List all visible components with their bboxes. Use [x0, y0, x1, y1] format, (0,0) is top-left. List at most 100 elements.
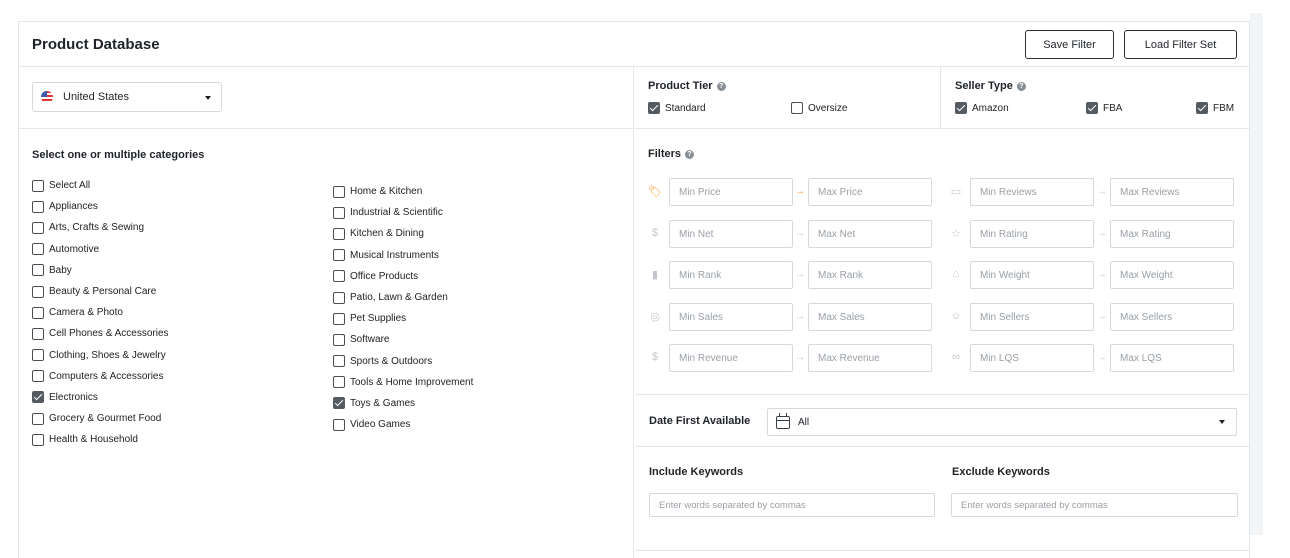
min-reviews-input[interactable]: Min Reviews — [970, 178, 1094, 206]
category-software-checkbox[interactable]: Software — [333, 329, 473, 350]
checkbox-box[interactable] — [32, 264, 44, 277]
save-filter-button[interactable]: Save Filter — [1025, 30, 1114, 59]
panel-header: Product Database Save Filter Load Filter… — [19, 22, 1249, 67]
min-sellers-input[interactable]: Min Sellers — [970, 303, 1094, 331]
min-weight-input[interactable]: Min Weight — [970, 261, 1094, 289]
max-price-input[interactable]: Max Price — [808, 178, 932, 206]
checkbox-box[interactable] — [32, 285, 44, 298]
seller-fbm-checkbox[interactable]: FBM — [1196, 102, 1234, 114]
help-icon[interactable]: ? — [716, 81, 726, 91]
checkbox-box[interactable] — [333, 270, 345, 283]
checkbox-box[interactable] — [32, 433, 44, 446]
checkbox-box[interactable] — [333, 291, 345, 304]
category-pet-supplies-checkbox[interactable]: Pet Supplies — [333, 308, 473, 329]
max-rank-input[interactable]: Max Rank — [808, 261, 932, 289]
checkbox-box[interactable] — [32, 412, 44, 425]
category-kitchen-and-dining-checkbox[interactable]: Kitchen & Dining — [333, 223, 473, 244]
category-clothing-shoes-and-jewelry-checkbox[interactable]: Clothing, Shoes & Jewelry — [32, 345, 169, 366]
tier-oversize-label: Oversize — [808, 102, 848, 114]
category-computers-and-accessories-checkbox[interactable]: Computers & Accessories — [32, 366, 169, 387]
category-home-and-kitchen-checkbox[interactable]: Home & Kitchen — [333, 181, 473, 202]
checkbox-box[interactable] — [791, 102, 803, 114]
country-select[interactable]: United States — [32, 82, 222, 112]
category-automotive-checkbox[interactable]: Automotive — [32, 239, 169, 260]
category-cell-phones-and-accessories-checkbox[interactable]: Cell Phones & Accessories — [32, 323, 169, 344]
category-beauty-and-personal-care-checkbox[interactable]: Beauty & Personal Care — [32, 281, 169, 302]
max-reviews-input[interactable]: Max Reviews — [1110, 178, 1234, 206]
checkbox-box[interactable] — [32, 370, 44, 383]
min-lqs-input[interactable]: Min LQS — [970, 344, 1094, 372]
min-revenue-input[interactable]: Min Revenue — [669, 344, 793, 372]
min-rating-input[interactable]: Min Rating — [970, 220, 1094, 248]
seller-fba-checkbox[interactable]: FBA — [1086, 102, 1122, 114]
country-selected-value: United States — [63, 91, 130, 103]
checkbox-box[interactable] — [955, 102, 967, 114]
money-bag-icon: $ — [651, 227, 659, 239]
category-camera-and-photo-checkbox[interactable]: Camera & Photo — [32, 302, 169, 323]
seller-amazon-checkbox[interactable]: Amazon — [955, 102, 1009, 114]
max-rating-input[interactable]: Max Rating — [1110, 220, 1234, 248]
load-filter-set-button[interactable]: Load Filter Set — [1124, 30, 1237, 59]
help-icon[interactable]: ? — [1016, 81, 1026, 91]
checkbox-box[interactable] — [1196, 102, 1208, 114]
category-toys-and-games-checkbox[interactable]: Toys & Games — [333, 393, 473, 414]
checkbox-box[interactable] — [648, 102, 660, 114]
category-musical-instruments-checkbox[interactable]: Musical Instruments — [333, 245, 473, 266]
category-health-and-household-checkbox[interactable]: Health & Household — [32, 429, 169, 450]
exclude-keywords-input[interactable]: Enter words separated by commas — [951, 493, 1238, 517]
max-lqs-input[interactable]: Max LQS — [1110, 344, 1234, 372]
product-tier-label: Product Tier — [648, 80, 713, 92]
checkbox-box[interactable] — [333, 185, 345, 198]
min-rank-input[interactable]: Min Rank — [669, 261, 793, 289]
date-first-available-value: All — [798, 416, 810, 428]
category-arts-crafts-and-sewing-checkbox[interactable]: Arts, Crafts & Sewing — [32, 217, 169, 238]
category-baby-checkbox[interactable]: Baby — [32, 260, 169, 281]
checkbox-box[interactable] — [333, 418, 345, 431]
checkbox-box[interactable] — [32, 179, 44, 192]
category-industrial-and-scientific-checkbox[interactable]: Industrial & Scientific — [333, 202, 473, 223]
checkbox-box[interactable] — [32, 391, 44, 404]
category-video-games-checkbox[interactable]: Video Games — [333, 414, 473, 435]
checkbox-box[interactable] — [333, 312, 345, 325]
checkbox-box[interactable] — [333, 227, 345, 240]
checkbox-box[interactable] — [32, 349, 44, 362]
max-weight-input[interactable]: Max Weight — [1110, 261, 1234, 289]
lqs-icon: ∞ — [952, 351, 960, 363]
tier-oversize-checkbox[interactable]: Oversize — [791, 102, 847, 114]
tier-standard-checkbox[interactable]: Standard — [648, 102, 706, 114]
min-sales-input[interactable]: Min Sales — [669, 303, 793, 331]
arrow-right-icon: → — [1097, 311, 1107, 322]
category-electronics-checkbox[interactable]: Electronics — [32, 387, 169, 408]
checkbox-box[interactable] — [333, 397, 345, 410]
include-keywords-input[interactable]: Enter words separated by commas — [649, 493, 935, 517]
checkbox-box[interactable] — [1086, 102, 1098, 114]
checkbox-box[interactable] — [32, 327, 44, 340]
max-sales-input[interactable]: Max Sales — [808, 303, 932, 331]
checkbox-box[interactable] — [333, 206, 345, 219]
max-revenue-input[interactable]: Max Revenue — [808, 344, 932, 372]
help-icon[interactable]: ? — [685, 149, 695, 159]
category-grocery-and-gourmet-food-checkbox[interactable]: Grocery & Gourmet Food — [32, 408, 169, 429]
checkbox-box[interactable] — [333, 249, 345, 262]
price-tag-icon: 🏷 — [648, 186, 662, 198]
keywords-section: Include Keywords Enter words separated b… — [635, 447, 1249, 551]
checkbox-box[interactable] — [32, 243, 44, 256]
category-label: Sports & Outdoors — [350, 355, 433, 367]
category-appliances-checkbox[interactable]: Appliances — [32, 196, 169, 217]
category-select-all-checkbox[interactable]: Select All — [32, 175, 169, 196]
checkbox-box[interactable] — [333, 333, 345, 346]
max-sellers-input[interactable]: Max Sellers — [1110, 303, 1234, 331]
checkbox-box[interactable] — [32, 306, 44, 319]
min-price-input[interactable]: Min Price — [669, 178, 793, 206]
date-first-available-select[interactable]: All — [767, 408, 1237, 436]
checkbox-box[interactable] — [32, 200, 44, 213]
category-sports-and-outdoors-checkbox[interactable]: Sports & Outdoors — [333, 351, 473, 372]
min-net-input[interactable]: Min Net — [669, 220, 793, 248]
max-net-input[interactable]: Max Net — [808, 220, 932, 248]
checkbox-box[interactable] — [32, 221, 44, 234]
checkbox-box[interactable] — [333, 355, 345, 368]
category-office-products-checkbox[interactable]: Office Products — [333, 266, 473, 287]
category-tools-and-home-improvement-checkbox[interactable]: Tools & Home Improvement — [333, 372, 473, 393]
category-patio-lawn-and-garden-checkbox[interactable]: Patio, Lawn & Garden — [333, 287, 473, 308]
checkbox-box[interactable] — [333, 376, 345, 389]
